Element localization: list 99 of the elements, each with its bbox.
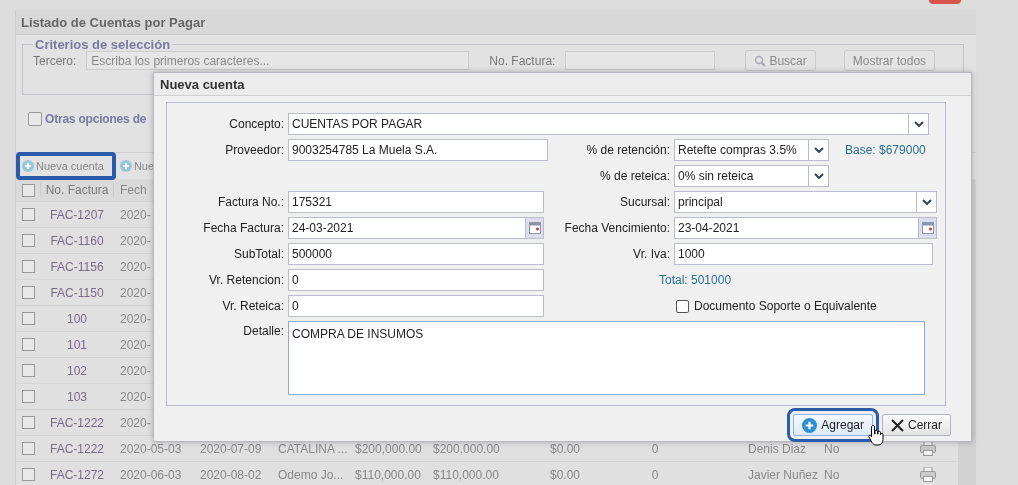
plus-icon (119, 160, 132, 172)
table-cell: CATALINA ... (278, 441, 348, 456)
checkbox[interactable] (21, 183, 35, 197)
detalle-textarea[interactable]: COMPRA DE INSUMOS (288, 321, 925, 395)
field-label: Vr. Iva: (632, 247, 670, 261)
checkbox[interactable] (21, 208, 35, 221)
table-cell: 2020- (120, 311, 151, 326)
table-cell: 2020- (120, 389, 151, 404)
table-cell: 0 (651, 467, 659, 482)
calendar-icon[interactable] (918, 218, 936, 238)
checkbox[interactable] (21, 338, 35, 351)
table-cell: 0 (651, 441, 659, 456)
table-cell: FAC-1156 (50, 259, 104, 274)
table-cell: 2020- (120, 363, 151, 378)
dialog-title: Nueva cuenta (160, 76, 245, 92)
table-cell: FAC-1222 (50, 441, 104, 456)
panel-title: Listado de Cuentas por Pagar (21, 14, 206, 30)
table-cell: 102 (67, 363, 87, 378)
options-label: Otras opciones de (45, 112, 147, 126)
checkbox[interactable] (21, 260, 35, 273)
retencion-field[interactable]: 0 (288, 269, 544, 291)
table-cell: 2020- (120, 207, 151, 222)
iva-field[interactable]: 1000 (674, 243, 933, 265)
retencion-dropdown[interactable]: Retefte compras 3.5% (674, 139, 829, 161)
table-cell: 2020- (120, 415, 151, 430)
table-cell: 101 (67, 337, 87, 352)
table-cell: FAC-1207 (50, 207, 104, 222)
table-cell: $200,000.00 (355, 441, 422, 456)
table-cell: FAC-1222 (50, 415, 104, 430)
checkbox-label: Documento Soporte o Equivalente (694, 299, 877, 313)
table-cell: No (824, 441, 840, 456)
checkbox[interactable] (21, 234, 35, 247)
table-cell: $0.00 (550, 441, 580, 456)
reteica-field[interactable]: 0 (288, 295, 544, 317)
close-icon (891, 418, 904, 432)
field-label: Sucursal: (618, 195, 670, 209)
checkbox[interactable] (21, 286, 35, 299)
field-label: Proveedor: (224, 143, 284, 157)
checkbox[interactable] (21, 468, 35, 481)
table-cell: 100 (67, 311, 87, 326)
concepto-dropdown[interactable]: CUENTAS POR PAGAR (288, 113, 929, 135)
table-cell: 2020-06-03 (120, 467, 182, 482)
close-button[interactable] (929, 0, 961, 4)
field-label: No. Factura: (489, 53, 556, 68)
table-cell: Denis Diaz (748, 441, 807, 456)
table-cell: $200,000.00 (433, 441, 500, 456)
factura-field[interactable]: 175321 (288, 191, 544, 213)
table-cell: 2020- (120, 259, 151, 274)
field-label: Fecha Vencimiento: (563, 221, 670, 235)
table-cell: 2020-05-03 (120, 441, 182, 456)
table-cell: FAC-1150 (50, 285, 104, 300)
field-label: % de reteica: (598, 169, 670, 183)
printer-icon[interactable] (920, 467, 936, 482)
field-label: Factura No.: (216, 195, 284, 209)
proveedor-field[interactable]: 9003254785 La Muela S.A. (288, 139, 548, 161)
factura-field[interactable] (565, 51, 716, 70)
field-label: % de retención: (585, 143, 670, 157)
table-cell: $110,000.00 (433, 467, 499, 482)
checkbox[interactable] (21, 364, 35, 377)
field-label: Vr. Retencion: (208, 273, 284, 287)
hand-cursor-icon (868, 424, 884, 446)
table-cell: FAC-1160 (50, 233, 104, 248)
table-cell: $0.00 (550, 467, 580, 482)
field-label: Vr. Reteica: (221, 299, 284, 313)
subtotal-field[interactable]: 500000 (288, 243, 544, 265)
field-label: Fecha Factura: (202, 221, 284, 235)
checkbox[interactable] (21, 416, 35, 429)
table-cell: 2020- (120, 233, 151, 248)
field-label: Detalle: (242, 323, 284, 338)
table-cell: Javier Nuñez (748, 467, 819, 482)
plus-icon (802, 417, 818, 433)
checkbox[interactable] (21, 442, 35, 455)
sucursal-dropdown[interactable]: principal (674, 191, 937, 213)
field-label: SubTotal: (232, 247, 284, 261)
reteica-dropdown[interactable]: 0% sin reteica (674, 165, 829, 187)
table-cell: $110,000.00 (355, 467, 421, 482)
checkbox[interactable] (21, 312, 35, 325)
field-label: Concepto: (228, 117, 284, 131)
close-button[interactable]: Cerrar (882, 414, 951, 436)
table-cell: FAC-1272 (50, 467, 104, 482)
table-cell: 2020- (120, 337, 151, 352)
date-field[interactable]: 23-04-2021 (674, 217, 937, 239)
checkbox[interactable] (28, 112, 42, 126)
search-icon (754, 54, 767, 67)
field-label: Tercero: (33, 53, 77, 68)
table-cell: 2020-07-09 (200, 441, 262, 456)
date-field[interactable]: 24-03-2021 (288, 217, 544, 239)
checkbox[interactable] (21, 390, 35, 403)
table-cell: No (824, 467, 840, 482)
table-cell: Odemo Jo... (278, 467, 344, 482)
checkbox[interactable] (676, 299, 689, 313)
plus-icon (22, 160, 34, 172)
total-amount: Total: 501000 (658, 273, 733, 287)
table-cell: 2020- (120, 285, 151, 300)
table-cell: 103 (67, 389, 87, 404)
fieldset-legend: Criterios de selección (33, 37, 173, 52)
base-amount: Base: $679000 (844, 143, 927, 157)
calendar-icon[interactable] (525, 218, 543, 238)
table-cell: 2020-08-02 (200, 467, 262, 482)
